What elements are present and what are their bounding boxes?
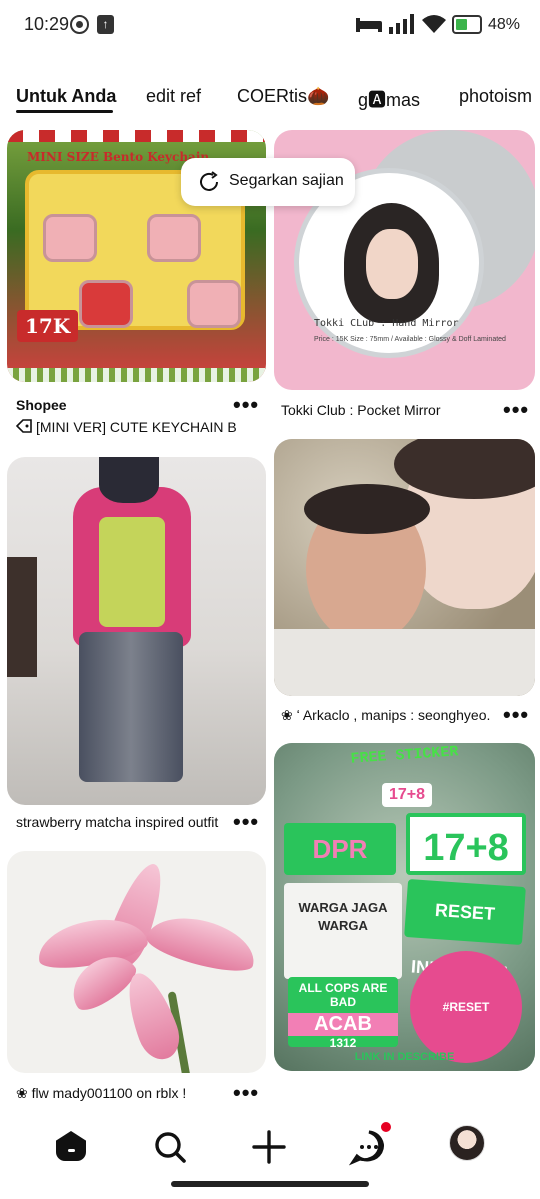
profile-avatar[interactable] [449, 1125, 485, 1161]
shirt-graphic [99, 517, 165, 627]
pin-title[interactable]: ❀ flw mady001100 on rblx ! [16, 1085, 226, 1102]
pin-image-sticker[interactable]: FREE STICKER 17+8 DPR 17+8 WARGA JAGA WA… [274, 743, 535, 1071]
pin-title[interactable]: strawberry matcha inspired outfit [16, 814, 236, 830]
clothing-graphic [274, 629, 535, 696]
tab-gamas[interactable]: g🅰mas [358, 86, 420, 112]
pin-image-outfit[interactable] [7, 457, 266, 805]
sticker-link: LINK IN DESCRIBE [354, 1051, 455, 1063]
wifi-icon [422, 15, 446, 33]
whatsapp-icon [70, 15, 89, 34]
hair-graphic [304, 484, 430, 534]
portrait-graphic [344, 203, 439, 323]
tab-untuk-anda[interactable]: Untuk Anda [16, 86, 116, 107]
search-icon[interactable] [150, 1127, 190, 1167]
home-indicator[interactable] [171, 1181, 369, 1187]
pin-title[interactable]: [MINI VER] CUTE KEYCHAIN B... [36, 419, 236, 435]
messages-icon[interactable] [348, 1127, 389, 1167]
charm-graphic [43, 214, 97, 262]
battery-icon [452, 15, 482, 34]
charm-graphic [187, 280, 241, 328]
create-icon[interactable] [249, 1127, 289, 1167]
price-tag: 17K [17, 310, 79, 342]
pin-title[interactable]: ❀ ʻ Arkaclo , manips : seonghyeo... [281, 707, 491, 724]
more-options-icon[interactable]: ••• [503, 704, 529, 726]
sticker-number-big: 17+8 [406, 813, 526, 875]
refresh-feed-button[interactable]: Segarkan sajian [181, 158, 355, 206]
home-icon[interactable] [52, 1127, 92, 1167]
sticker-circle: #RESET [410, 951, 522, 1063]
battery-percent: 48% [488, 16, 521, 33]
sticker-dpr: DPR [284, 823, 396, 875]
pin-source[interactable]: Shopee [16, 397, 216, 413]
active-tab-indicator [16, 110, 113, 113]
upload-icon: ↑ [97, 15, 114, 34]
signal-icon [389, 14, 414, 34]
more-options-icon[interactable]: ••• [503, 399, 529, 421]
hijab-graphic [99, 457, 159, 503]
tab-edit-ref[interactable]: edit ref [146, 86, 201, 107]
sticker-acab: ALL COPS ARE BAD ACAB 1312 [288, 977, 398, 1050]
notification-dot [381, 1122, 391, 1132]
more-options-icon[interactable]: ••• [233, 1082, 259, 1104]
more-options-icon[interactable]: ••• [233, 394, 259, 416]
pin-image-lily[interactable] [7, 851, 266, 1073]
awning-decoration [7, 130, 266, 142]
jeans-graphic [79, 632, 183, 782]
coat-graphic [7, 557, 37, 677]
sticker-acab-number: 1312 [329, 1036, 357, 1050]
sticker-number: 17+8 [382, 783, 432, 807]
more-options-icon[interactable]: ••• [233, 811, 259, 833]
status-bar: 10:29 ↑ 48% [0, 0, 540, 52]
petal-graphic [143, 907, 261, 979]
charm-graphic [147, 214, 201, 262]
pin-art-text: MINI SIZE Bento Keychain [27, 150, 210, 164]
sleep-mode-icon [356, 18, 382, 32]
pin-art-subtext: Price : 15K Size : 75mm / Available : Gl… [314, 336, 506, 343]
sticker-acab-text: ACAB [288, 1013, 398, 1036]
pin-art-text: Tokki CLub : Hand Mirror [314, 318, 459, 329]
status-time: 10:29 [24, 14, 70, 34]
grid-strip [7, 368, 266, 382]
refresh-icon [200, 171, 218, 191]
sticker-acab-top: ALL COPS ARE BAD [298, 981, 388, 1009]
pin-image-manip[interactable] [274, 439, 535, 696]
charm-graphic [79, 280, 133, 328]
tag-icon [15, 419, 32, 433]
sticker-warga: WARGA JAGA WARGA [284, 883, 402, 979]
refresh-label: Segarkan sajian [229, 172, 344, 189]
tab-photoism[interactable]: photoism [459, 86, 532, 107]
sticker-reset: RESET INDONESIA [404, 878, 526, 983]
tab-coertis[interactable]: COERtis🌰 [237, 86, 329, 107]
pin-title[interactable]: Tokki Club : Pocket Mirror [281, 402, 481, 418]
